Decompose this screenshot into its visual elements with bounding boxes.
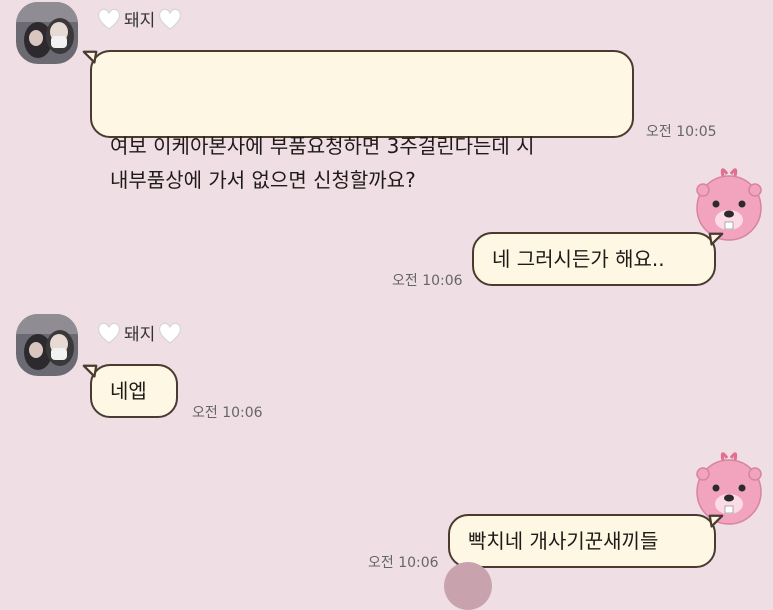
- sender-avatar[interactable]: [16, 314, 78, 376]
- bubble-tail: [82, 50, 98, 64]
- message-time: 오전 10:06: [368, 555, 439, 571]
- bubble-tail: [708, 514, 724, 528]
- message-bubble-outgoing[interactable]: 빡치네 개사기꾼새끼들: [448, 514, 724, 568]
- partial-sticker: [444, 562, 492, 610]
- message-time: 오전 10:05: [646, 124, 717, 140]
- message-bubble-incoming[interactable]: 여보 이케아본사에 부품요청하면 3주걸린다는데 시 내부품상에 가서 없으면 …: [82, 50, 634, 192]
- sender-avatar[interactable]: [16, 2, 78, 64]
- white-heart-icon: [96, 321, 122, 345]
- bubble-tail: [82, 364, 98, 378]
- white-heart-icon: [157, 321, 183, 345]
- message-bubble-outgoing[interactable]: 네 그러시든가 해요..: [472, 232, 724, 286]
- message-time: 오전 10:06: [392, 273, 463, 289]
- message-text: 네엡: [110, 379, 147, 403]
- white-heart-icon: [96, 7, 122, 31]
- white-heart-icon: [157, 7, 183, 31]
- message-text: 빡치네 개사기꾼새끼들: [468, 529, 659, 553]
- sender-name: 돼지: [96, 320, 183, 345]
- message-text: 여보 이케아본사에 부품요청하면 3주걸린다는데 시 내부품상에 가서 없으면 …: [110, 134, 535, 192]
- message-bubble-incoming[interactable]: 네엡: [82, 364, 178, 418]
- bubble-tail: [708, 232, 724, 246]
- message-time: 오전 10:06: [192, 405, 263, 421]
- sender-name: 돼지: [96, 6, 183, 31]
- message-text: 네 그러시든가 해요..: [492, 247, 665, 271]
